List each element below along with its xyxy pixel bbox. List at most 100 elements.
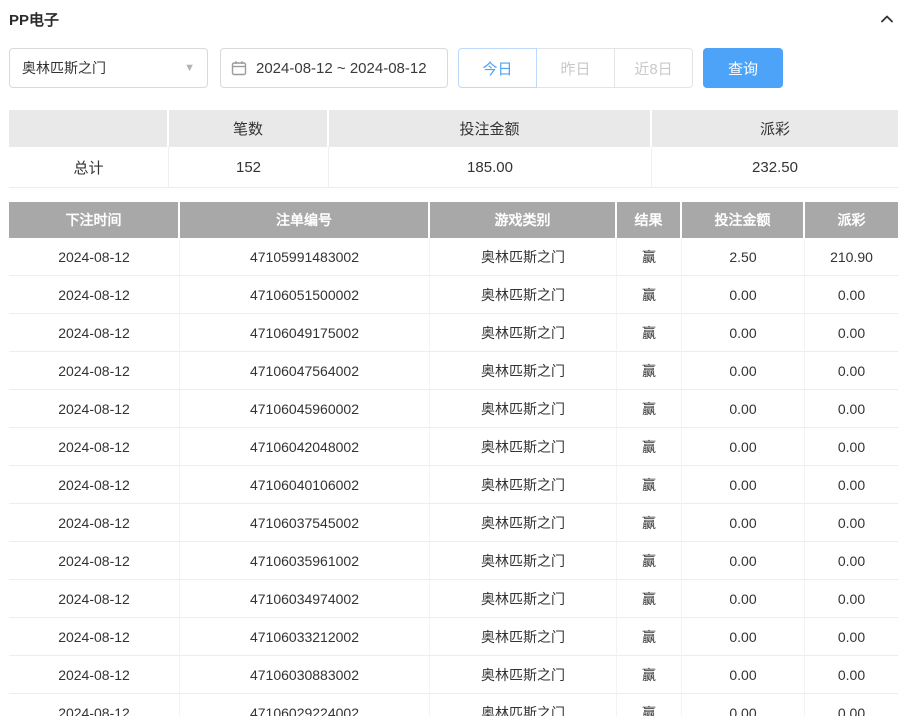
summary-bet-amount-value: 185.00 (329, 147, 652, 188)
cell-result: 赢 (617, 618, 682, 656)
cell-game-type: 奥林匹斯之门 (430, 428, 617, 466)
cell-payout: 0.00 (805, 504, 898, 542)
cell-bet-time: 2024-08-12 (9, 542, 180, 580)
cell-game-type: 奥林匹斯之门 (430, 238, 617, 276)
cell-bet-time: 2024-08-12 (9, 352, 180, 390)
pp-games-panel: PP电子 奥林匹斯之门 ▼ 2024-08-12 ~ 2024-08-12 今日… (0, 0, 907, 716)
cell-bet-time: 2024-08-12 (9, 656, 180, 694)
cell-bet-amount: 0.00 (682, 390, 805, 428)
cell-bet-time: 2024-08-12 (9, 276, 180, 314)
cell-result: 赢 (617, 466, 682, 504)
cell-bet-amount: 0.00 (682, 504, 805, 542)
cell-payout: 0.00 (805, 428, 898, 466)
table-row: 2024-08-12 47106035961002 奥林匹斯之门赢 0.00 0.00 (9, 542, 898, 580)
cell-bet-amount: 2.50 (682, 238, 805, 276)
cell-bet-id: 47106051500002 (180, 276, 430, 314)
cell-bet-id: 47106047564002 (180, 352, 430, 390)
summary-header-bet-amount: 投注金额 (329, 110, 652, 147)
table-row: 2024-08-12 47106030883002 奥林匹斯之门赢 0.00 0.00 (9, 656, 898, 694)
col-header-bet-time: 下注时间 (9, 202, 180, 238)
summary-payout-value: 232.50 (652, 147, 898, 188)
cell-bet-amount: 0.00 (682, 656, 805, 694)
cell-bet-amount: 0.00 (682, 276, 805, 314)
cell-bet-time: 2024-08-12 (9, 314, 180, 352)
cell-game-type: 奥林匹斯之门 (430, 352, 617, 390)
table-row: 2024-08-12 47105991483002 奥林匹斯之门赢 2.50 210.9… (9, 238, 898, 276)
yesterday-button[interactable]: 昨日 (536, 48, 615, 88)
today-button[interactable]: 今日 (458, 48, 537, 88)
cell-game-type: 奥林匹斯之门 (430, 656, 617, 694)
cell-payout: 0.00 (805, 276, 898, 314)
cell-bet-time: 2024-08-12 (9, 466, 180, 504)
cell-game-type: 奥林匹斯之门 (430, 390, 617, 428)
game-select-value: 奥林匹斯之门 (22, 60, 106, 76)
cell-game-type: 奥林匹斯之门 (430, 504, 617, 542)
col-header-result: 结果 (617, 202, 682, 238)
query-button[interactable]: 查询 (703, 48, 783, 88)
cell-bet-id: 47106034974002 (180, 580, 430, 618)
summary-total-label: 总计 (9, 147, 169, 188)
cell-bet-id: 47106042048002 (180, 428, 430, 466)
summary-table: 笔数 投注金额 派彩 总计 152 185.00 232.50 (9, 110, 898, 188)
bets-table: 下注时间 注单编号 游戏类别 结果 投注金额 派彩 2024-08-12 471059914… (9, 202, 898, 716)
panel-header: PP电子 (9, 0, 898, 38)
date-range-picker[interactable]: 2024-08-12 ~ 2024-08-12 (220, 48, 448, 88)
cell-game-type: 奥林匹斯之门 (430, 466, 617, 504)
cell-bet-time: 2024-08-12 (9, 504, 180, 542)
summary-header-row: 笔数 投注金额 派彩 (9, 110, 898, 147)
cell-bet-id: 47106033212002 (180, 618, 430, 656)
collapse-chevron-up-icon[interactable] (876, 8, 898, 30)
cell-bet-id: 47106029224002 (180, 694, 430, 716)
cell-payout: 0.00 (805, 314, 898, 352)
table-row: 2024-08-12 47106042048002 奥林匹斯之门赢 0.00 0.00 (9, 428, 898, 466)
summary-header-count: 笔数 (169, 110, 329, 147)
chevron-down-icon: ▼ (184, 62, 195, 74)
table-row: 2024-08-12 47106051500002 奥林匹斯之门赢 0.00 0.00 (9, 276, 898, 314)
cell-bet-id: 47106049175002 (180, 314, 430, 352)
calendar-icon (231, 60, 247, 76)
summary-count-value: 152 (169, 147, 329, 188)
quick-date-button-group: 今日 昨日 近8日 (458, 48, 693, 88)
table-row: 2024-08-12 47106045960002 奥林匹斯之门赢 0.00 0.00 (9, 390, 898, 428)
cell-bet-id: 47106030883002 (180, 656, 430, 694)
cell-bet-id: 47106040106002 (180, 466, 430, 504)
cell-game-type: 奥林匹斯之门 (430, 618, 617, 656)
cell-bet-amount: 0.00 (682, 466, 805, 504)
cell-bet-time: 2024-08-12 (9, 580, 180, 618)
col-header-bet-amount: 投注金额 (682, 202, 805, 238)
last-8-days-button[interactable]: 近8日 (614, 48, 693, 88)
summary-header-empty (9, 110, 169, 147)
date-range-value: 2024-08-12 ~ 2024-08-12 (256, 59, 427, 77)
cell-bet-id: 47105991483002 (180, 238, 430, 276)
cell-game-type: 奥林匹斯之门 (430, 694, 617, 716)
cell-payout: 210.90 (805, 238, 898, 276)
page-title: PP电子 (9, 11, 60, 29)
cell-result: 赢 (617, 314, 682, 352)
cell-payout: 0.00 (805, 580, 898, 618)
cell-game-type: 奥林匹斯之门 (430, 580, 617, 618)
cell-bet-id: 47106037545002 (180, 504, 430, 542)
cell-bet-amount: 0.00 (682, 618, 805, 656)
summary-header-payout: 派彩 (652, 110, 898, 147)
cell-bet-time: 2024-08-12 (9, 238, 180, 276)
cell-payout: 0.00 (805, 656, 898, 694)
cell-result: 赢 (617, 656, 682, 694)
cell-bet-amount: 0.00 (682, 314, 805, 352)
cell-bet-amount: 0.00 (682, 542, 805, 580)
cell-bet-amount: 0.00 (682, 694, 805, 716)
cell-result: 赢 (617, 504, 682, 542)
cell-bet-time: 2024-08-12 (9, 390, 180, 428)
table-row: 2024-08-12 47106029224002 奥林匹斯之门赢 0.00 0.00 (9, 694, 898, 716)
cell-game-type: 奥林匹斯之门 (430, 276, 617, 314)
cell-result: 赢 (617, 428, 682, 466)
table-row: 2024-08-12 47106037545002 奥林匹斯之门赢 0.00 0.00 (9, 504, 898, 542)
cell-bet-id: 47106045960002 (180, 390, 430, 428)
cell-bet-id: 47106035961002 (180, 542, 430, 580)
cell-result: 赢 (617, 390, 682, 428)
cell-result: 赢 (617, 580, 682, 618)
cell-bet-time: 2024-08-12 (9, 618, 180, 656)
cell-bet-time: 2024-08-12 (9, 694, 180, 716)
game-select[interactable]: 奥林匹斯之门 ▼ (9, 48, 208, 88)
col-header-game-type: 游戏类别 (430, 202, 617, 238)
cell-result: 赢 (617, 238, 682, 276)
